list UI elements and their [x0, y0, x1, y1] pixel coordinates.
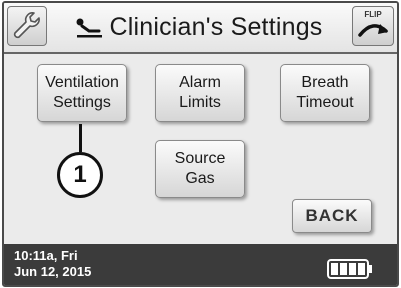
source-gas-button[interactable]: Source Gas — [155, 140, 245, 198]
title-text: Clinician's Settings — [109, 13, 323, 41]
back-button[interactable]: BACK — [292, 199, 372, 233]
breath-timeout-button[interactable]: Breath Timeout — [280, 64, 370, 122]
flip-button[interactable]: FLIP — [352, 6, 394, 46]
callout-number: 1 — [57, 152, 103, 198]
alarm-limits-button[interactable]: Alarm Limits — [155, 64, 245, 122]
wrench-icon — [13, 12, 40, 39]
wrench-button[interactable] — [7, 6, 47, 46]
flip-arrow-icon — [358, 24, 388, 37]
date-time: 10:11a, Fri Jun 12, 2015 — [14, 248, 91, 280]
callout-line — [79, 124, 82, 152]
time-line: 10:11a, Fri — [14, 248, 78, 263]
date-line: Jun 12, 2015 — [14, 264, 92, 279]
ventilation-settings-button[interactable]: Ventilation Settings — [37, 64, 127, 122]
title-bar: Clinician's Settings FLIP — [4, 3, 397, 54]
battery-full-icon — [327, 259, 372, 279]
reclining-person-icon — [76, 18, 103, 37]
page-title: Clinician's Settings — [54, 3, 344, 52]
device-screen: Clinician's Settings FLIP Ventilation Se… — [2, 1, 399, 287]
status-bar: 10:11a, Fri Jun 12, 2015 — [4, 244, 397, 285]
